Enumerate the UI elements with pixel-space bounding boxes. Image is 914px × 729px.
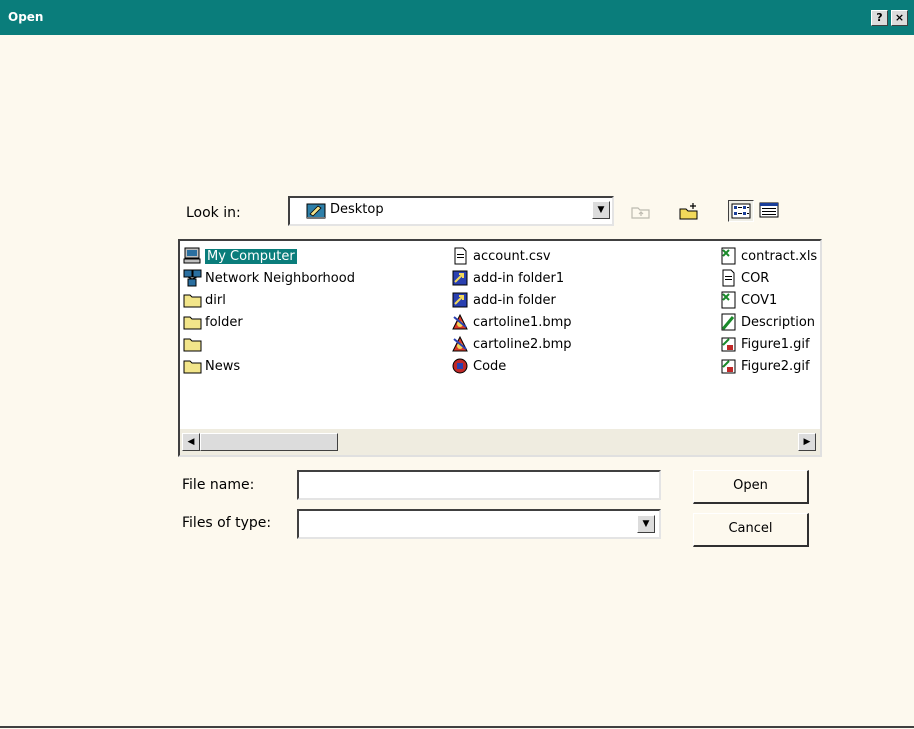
folder-icon <box>183 338 202 352</box>
file-item-name: My Computer <box>205 248 297 264</box>
file-item[interactable]: add-in folder1 <box>450 267 572 289</box>
file-item[interactable]: Network Neighborhood <box>182 267 355 289</box>
file-item-name: cartoline2.bmp <box>473 336 572 352</box>
file-item-name: folder <box>205 314 243 330</box>
shortcut-icon <box>452 270 468 286</box>
file-item-name: account.csv <box>473 248 551 264</box>
scroll-thumb[interactable] <box>200 433 338 451</box>
file-item[interactable]: My Computer <box>182 245 355 267</box>
spreadsheet-icon <box>721 247 736 265</box>
file-item[interactable]: add-in folder <box>450 289 572 311</box>
file-item-name: Network Neighborhood <box>205 270 355 286</box>
look-in-combo[interactable]: Desktop ▼ <box>288 196 614 226</box>
file-item-name: Description <box>741 314 816 330</box>
bitmap-icon <box>452 335 468 352</box>
file-item[interactable]: COV1 <box>718 289 817 311</box>
file-item[interactable]: cartoline1.bmp <box>450 311 572 333</box>
file-column-3: contract.xls COR COV1 Description Figure1.gi… <box>718 245 817 377</box>
close-button[interactable]: × <box>891 10 908 26</box>
look-in-label: Look in: <box>186 205 241 221</box>
desktop-icon <box>306 203 326 219</box>
up-one-level-icon <box>631 207 650 219</box>
paint-document-icon <box>721 313 736 331</box>
application-icon <box>452 358 468 374</box>
file-item[interactable]: dirl <box>182 289 355 311</box>
file-type-dropdown-arrow[interactable]: ▼ <box>637 515 655 533</box>
file-item[interactable] <box>182 333 355 355</box>
file-item[interactable]: Figure2.gif <box>718 355 817 377</box>
help-button[interactable]: ? <box>871 10 888 26</box>
document-icon <box>454 247 467 265</box>
look-in-dropdown-arrow[interactable]: ▼ <box>592 201 610 219</box>
file-name-label: File name: <box>182 477 255 493</box>
create-new-folder-button[interactable] <box>676 200 702 222</box>
file-item[interactable]: Code <box>450 355 572 377</box>
file-item[interactable]: cartoline2.bmp <box>450 333 572 355</box>
file-item[interactable]: Figure1.gif <box>718 333 817 355</box>
list-view-icon <box>731 203 751 219</box>
create-new-folder-icon <box>679 203 698 220</box>
look-in-value: Desktop <box>330 202 384 217</box>
list-view-button[interactable] <box>728 200 754 222</box>
scroll-right-button[interactable]: ▶ <box>798 433 816 451</box>
file-item-name: COV1 <box>741 292 778 308</box>
file-item-name: COR <box>741 270 770 286</box>
image-icon <box>721 359 736 374</box>
network-neighborhood-icon <box>183 269 202 287</box>
file-type-combo[interactable]: ▼ <box>297 509 661 539</box>
file-column-2: account.csv add-in folder1 add-in folder ca… <box>450 245 572 377</box>
file-item-name: add-in folder1 <box>473 270 565 286</box>
shortcut-icon <box>452 292 468 308</box>
file-name-input[interactable] <box>297 470 661 500</box>
bitmap-icon <box>452 313 468 330</box>
file-list[interactable]: My Computer Network Neighborhood dirl folde… <box>178 239 822 457</box>
file-item[interactable]: folder <box>182 311 355 333</box>
spreadsheet-icon <box>721 291 736 309</box>
details-view-icon <box>759 202 779 218</box>
title-bar: Open ? × <box>0 0 914 35</box>
image-icon <box>721 337 736 352</box>
file-item-name: Figure2.gif <box>741 358 810 374</box>
file-item-name: add-in folder <box>473 292 556 308</box>
details-view-button[interactable] <box>756 200 782 222</box>
folder-icon <box>183 360 202 374</box>
horizontal-scrollbar[interactable]: ◀ ▶ <box>180 429 820 455</box>
file-column-1: My Computer Network Neighborhood dirl folde… <box>182 245 355 377</box>
file-item[interactable]: contract.xls <box>718 245 817 267</box>
file-item[interactable]: account.csv <box>450 245 572 267</box>
file-item-name: Code <box>473 358 507 374</box>
file-item-name: News <box>205 358 241 374</box>
file-item-name: cartoline1.bmp <box>473 314 572 330</box>
window-bottom-border <box>0 726 914 728</box>
file-item[interactable]: Description <box>718 311 817 333</box>
open-button[interactable]: Open <box>693 470 809 504</box>
folder-icon <box>183 316 202 330</box>
file-type-label: Files of type: <box>182 515 272 531</box>
folder-icon <box>183 294 202 308</box>
up-one-level-button[interactable] <box>628 200 654 222</box>
document-icon <box>722 269 735 287</box>
file-item[interactable]: News <box>182 355 355 377</box>
scroll-left-button[interactable]: ◀ <box>182 433 200 451</box>
window-title: Open <box>8 10 44 24</box>
file-item-name: Figure1.gif <box>741 336 810 352</box>
cancel-button[interactable]: Cancel <box>693 513 809 547</box>
file-item-name: contract.xls <box>741 248 818 264</box>
file-item[interactable]: COR <box>718 267 817 289</box>
my-computer-icon <box>183 247 201 264</box>
file-item-name: dirl <box>205 292 226 308</box>
